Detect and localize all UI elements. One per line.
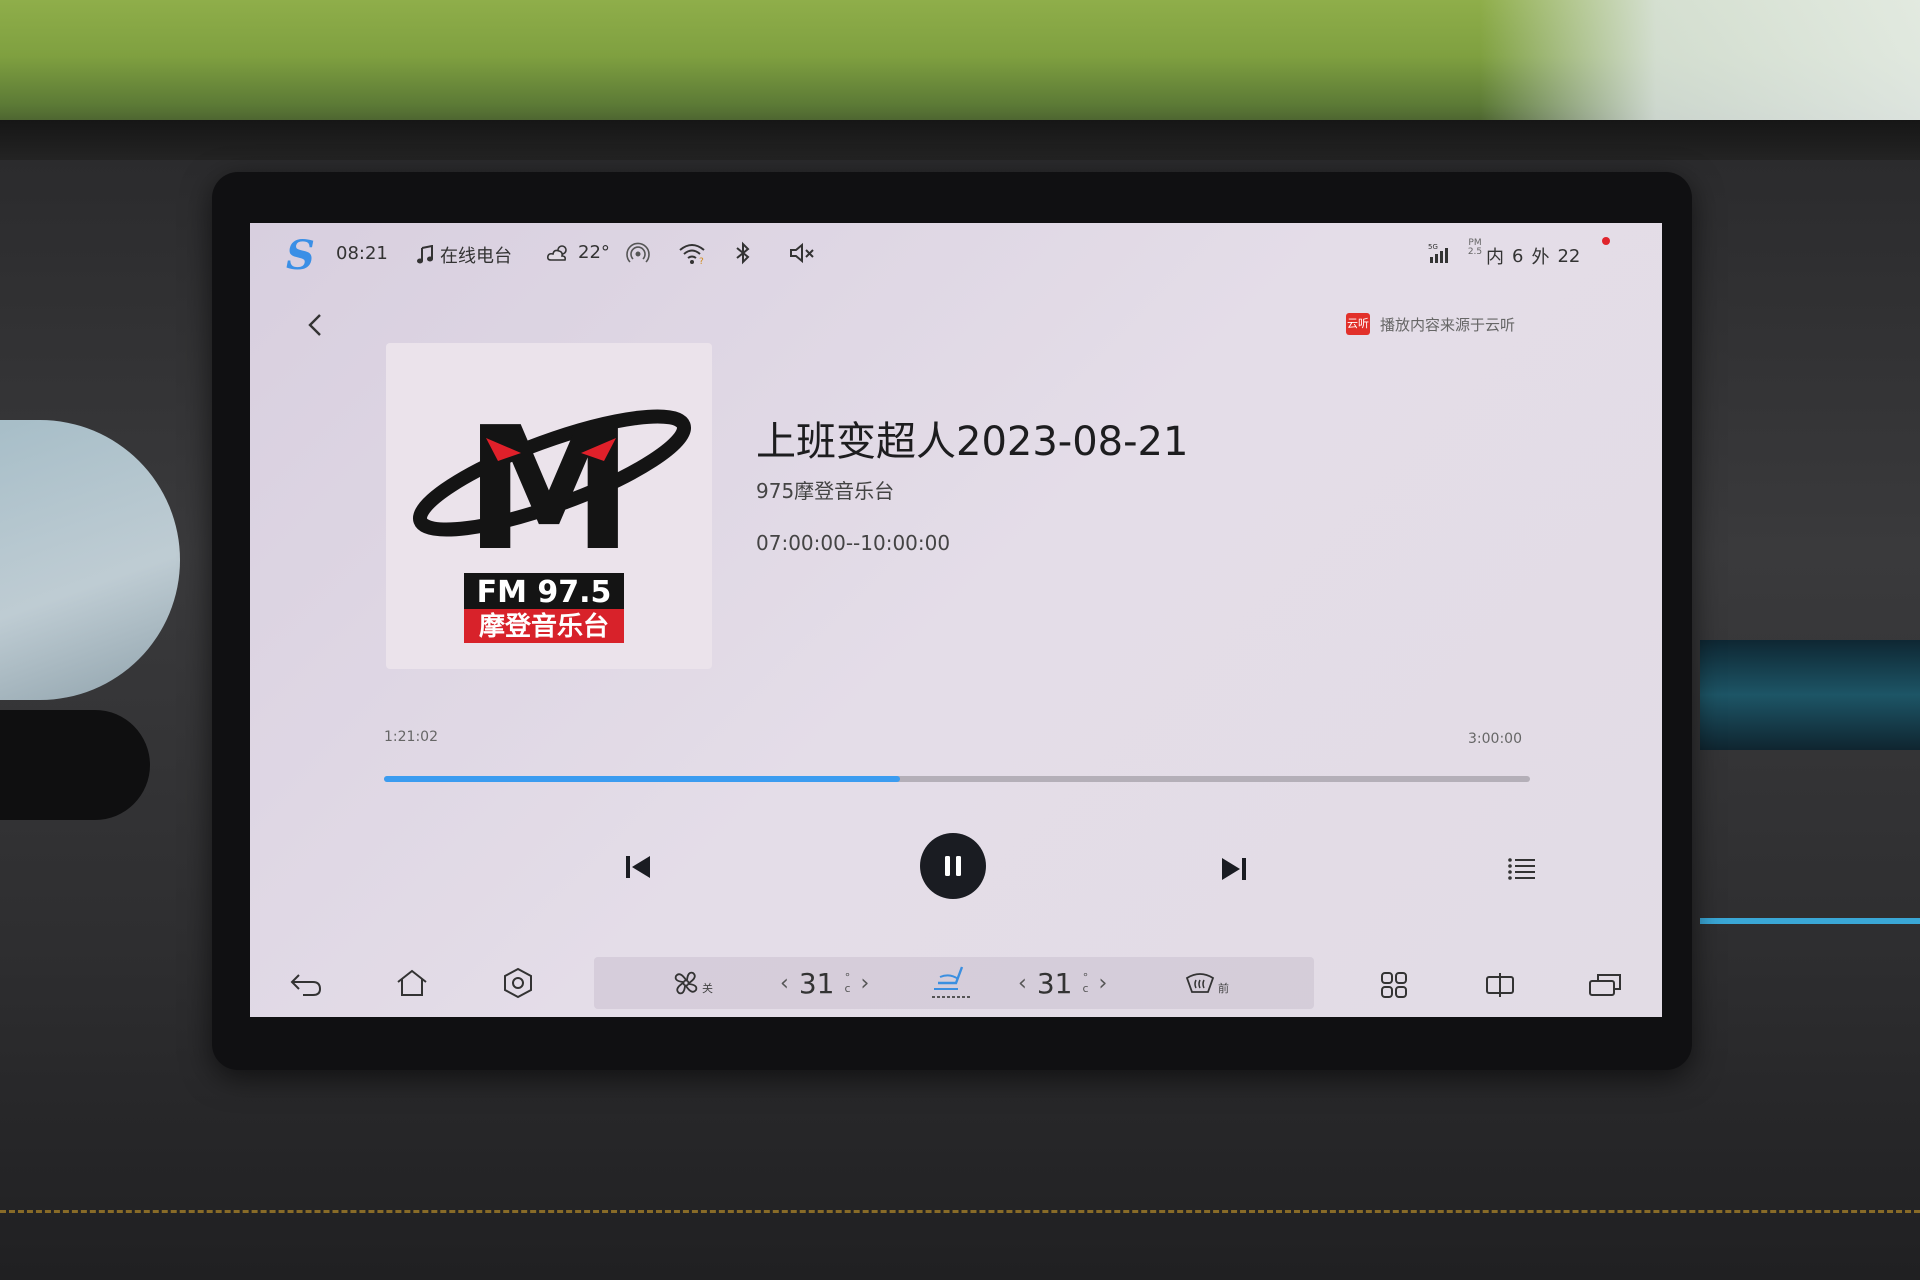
content-source-note: 云听 播放内容来源于云听 [1346, 313, 1515, 335]
air-inside-label: 内 [1486, 247, 1504, 268]
svg-text:?: ? [699, 257, 704, 265]
bluetooth-button[interactable] [734, 241, 752, 265]
mute-button[interactable] [788, 241, 816, 265]
progress-fill [384, 776, 900, 782]
progress-bar[interactable] [384, 776, 1530, 782]
multi-window-icon [1589, 974, 1621, 996]
home-icon [397, 969, 427, 996]
seat-ventilation-button[interactable] [926, 961, 976, 1005]
driver-temp-value: 31 [798, 966, 835, 1000]
apps-button[interactable] [1376, 967, 1412, 1003]
settings-hex-icon [504, 967, 532, 999]
air-inside-value: 6 [1512, 245, 1524, 267]
dashboard-stitching [0, 1210, 1920, 1214]
dock-settings-button[interactable] [498, 965, 538, 1001]
yunting-badge: 云听 [1346, 313, 1370, 335]
track-title: 上班变超人2023-08-21 [756, 419, 1189, 465]
now-playing-source[interactable]: 在线电台 [416, 242, 512, 268]
passenger-temp-unit-bottom: c [1082, 982, 1089, 995]
defrost-label: 前 [1218, 982, 1229, 995]
weather-widget[interactable]: 22° [546, 242, 610, 263]
album-art: M FM 97.5 摩登音乐台 [386, 343, 712, 669]
driver-temp-decrease[interactable]: ‹ [780, 971, 789, 996]
status-bar: S 08:21 在线电台 22° ? 5G PM 2.5 内 6 外 22 [250, 223, 1662, 287]
chevron-left-icon [308, 314, 321, 336]
defrost-icon [1185, 973, 1215, 993]
wifi-button[interactable]: ? [678, 241, 706, 265]
network-indicator: 5G [1428, 241, 1452, 265]
pause-icon [945, 856, 961, 876]
driver-temp-increase[interactable]: › [861, 971, 870, 996]
front-defrost-button[interactable]: 前 [1184, 965, 1229, 1001]
station-logo-letter: M [464, 391, 633, 589]
cloud-sun-icon [547, 244, 567, 261]
total-duration: 3:00:00 [1468, 731, 1522, 747]
next-button[interactable] [1214, 849, 1254, 889]
station-frequency: FM 97.5 [477, 575, 612, 610]
bottom-dock: 关 ‹ 31 ° c › ‹ 31 ° c › 前 [250, 953, 1662, 1017]
cellular-signal-icon: 5G [1428, 243, 1448, 263]
multi-window-button[interactable] [1586, 967, 1626, 1003]
passenger-temp-control[interactable]: ‹ 31 ° c › [1018, 963, 1107, 1003]
source-note-text: 播放内容来源于云听 [1380, 315, 1516, 334]
infotainment-screen: S 08:21 在线电台 22° ? 5G PM 2.5 内 6 外 22 云听… [250, 223, 1662, 1017]
fan-icon [674, 971, 698, 995]
network-type: 5G [1428, 243, 1438, 251]
split-screen-icon [1486, 973, 1514, 997]
music-note-icon [417, 245, 433, 264]
radio-signal-icon [626, 242, 650, 263]
pm25-label: PM 2.5 [1467, 238, 1483, 257]
station-logo: M FM 97.5 摩登音乐台 [412, 391, 692, 643]
back-button[interactable] [300, 309, 332, 341]
elapsed-time: 1:21:02 [384, 729, 438, 745]
skip-next-icon [1222, 858, 1246, 880]
windshield-view [0, 0, 1920, 140]
track-schedule: 07:00:00--10:00:00 [756, 531, 951, 555]
notification-dot [1602, 237, 1610, 245]
station-name-art: 摩登音乐台 [479, 611, 609, 642]
skip-previous-icon [626, 856, 650, 878]
dock-home-button[interactable] [392, 965, 432, 1001]
s-logo-icon[interactable]: S [286, 236, 316, 276]
air-quality: 内 6 外 22 [1486, 243, 1580, 269]
split-screen-button[interactable] [1482, 967, 1518, 1003]
driver-temp-unit: ° c [844, 972, 850, 994]
fan-state: 关 [702, 982, 713, 995]
play-pause-button[interactable] [920, 833, 986, 899]
air-outside-value: 22 [1557, 245, 1581, 267]
bluetooth-icon [736, 241, 750, 265]
air-outside-label: 外 [1531, 247, 1550, 268]
wiper-stalk [0, 710, 150, 820]
passenger-temp-decrease[interactable]: ‹ [1018, 971, 1027, 996]
clock: 08:21 [336, 243, 388, 264]
mute-icon [790, 242, 814, 264]
passenger-temp-increase[interactable]: › [1099, 971, 1108, 996]
previous-button[interactable] [618, 847, 658, 887]
passenger-temp-value: 31 [1036, 966, 1073, 1000]
playlist-button[interactable] [1502, 849, 1542, 889]
track-station: 975摩登音乐台 [756, 479, 895, 503]
dock-back-button[interactable] [286, 967, 326, 1003]
driver-temp-unit-bottom: c [844, 982, 851, 995]
driver-temp-control[interactable]: ‹ 31 ° c › [780, 963, 869, 1003]
ambient-light-strip [1700, 918, 1920, 924]
radio-signal-button[interactable] [626, 242, 650, 266]
source-label: 在线电台 [440, 246, 512, 267]
return-icon [290, 974, 322, 996]
ambient-panel [1700, 640, 1920, 750]
grid-apps-icon [1381, 972, 1407, 998]
weather-temp: 22° [578, 242, 610, 263]
passenger-temp-unit: ° c [1082, 972, 1088, 994]
fan-control[interactable]: 关 [672, 965, 713, 1001]
seat-airflow-icon [932, 966, 972, 998]
wifi-icon: ? [679, 244, 705, 265]
playlist-icon [1508, 858, 1535, 880]
